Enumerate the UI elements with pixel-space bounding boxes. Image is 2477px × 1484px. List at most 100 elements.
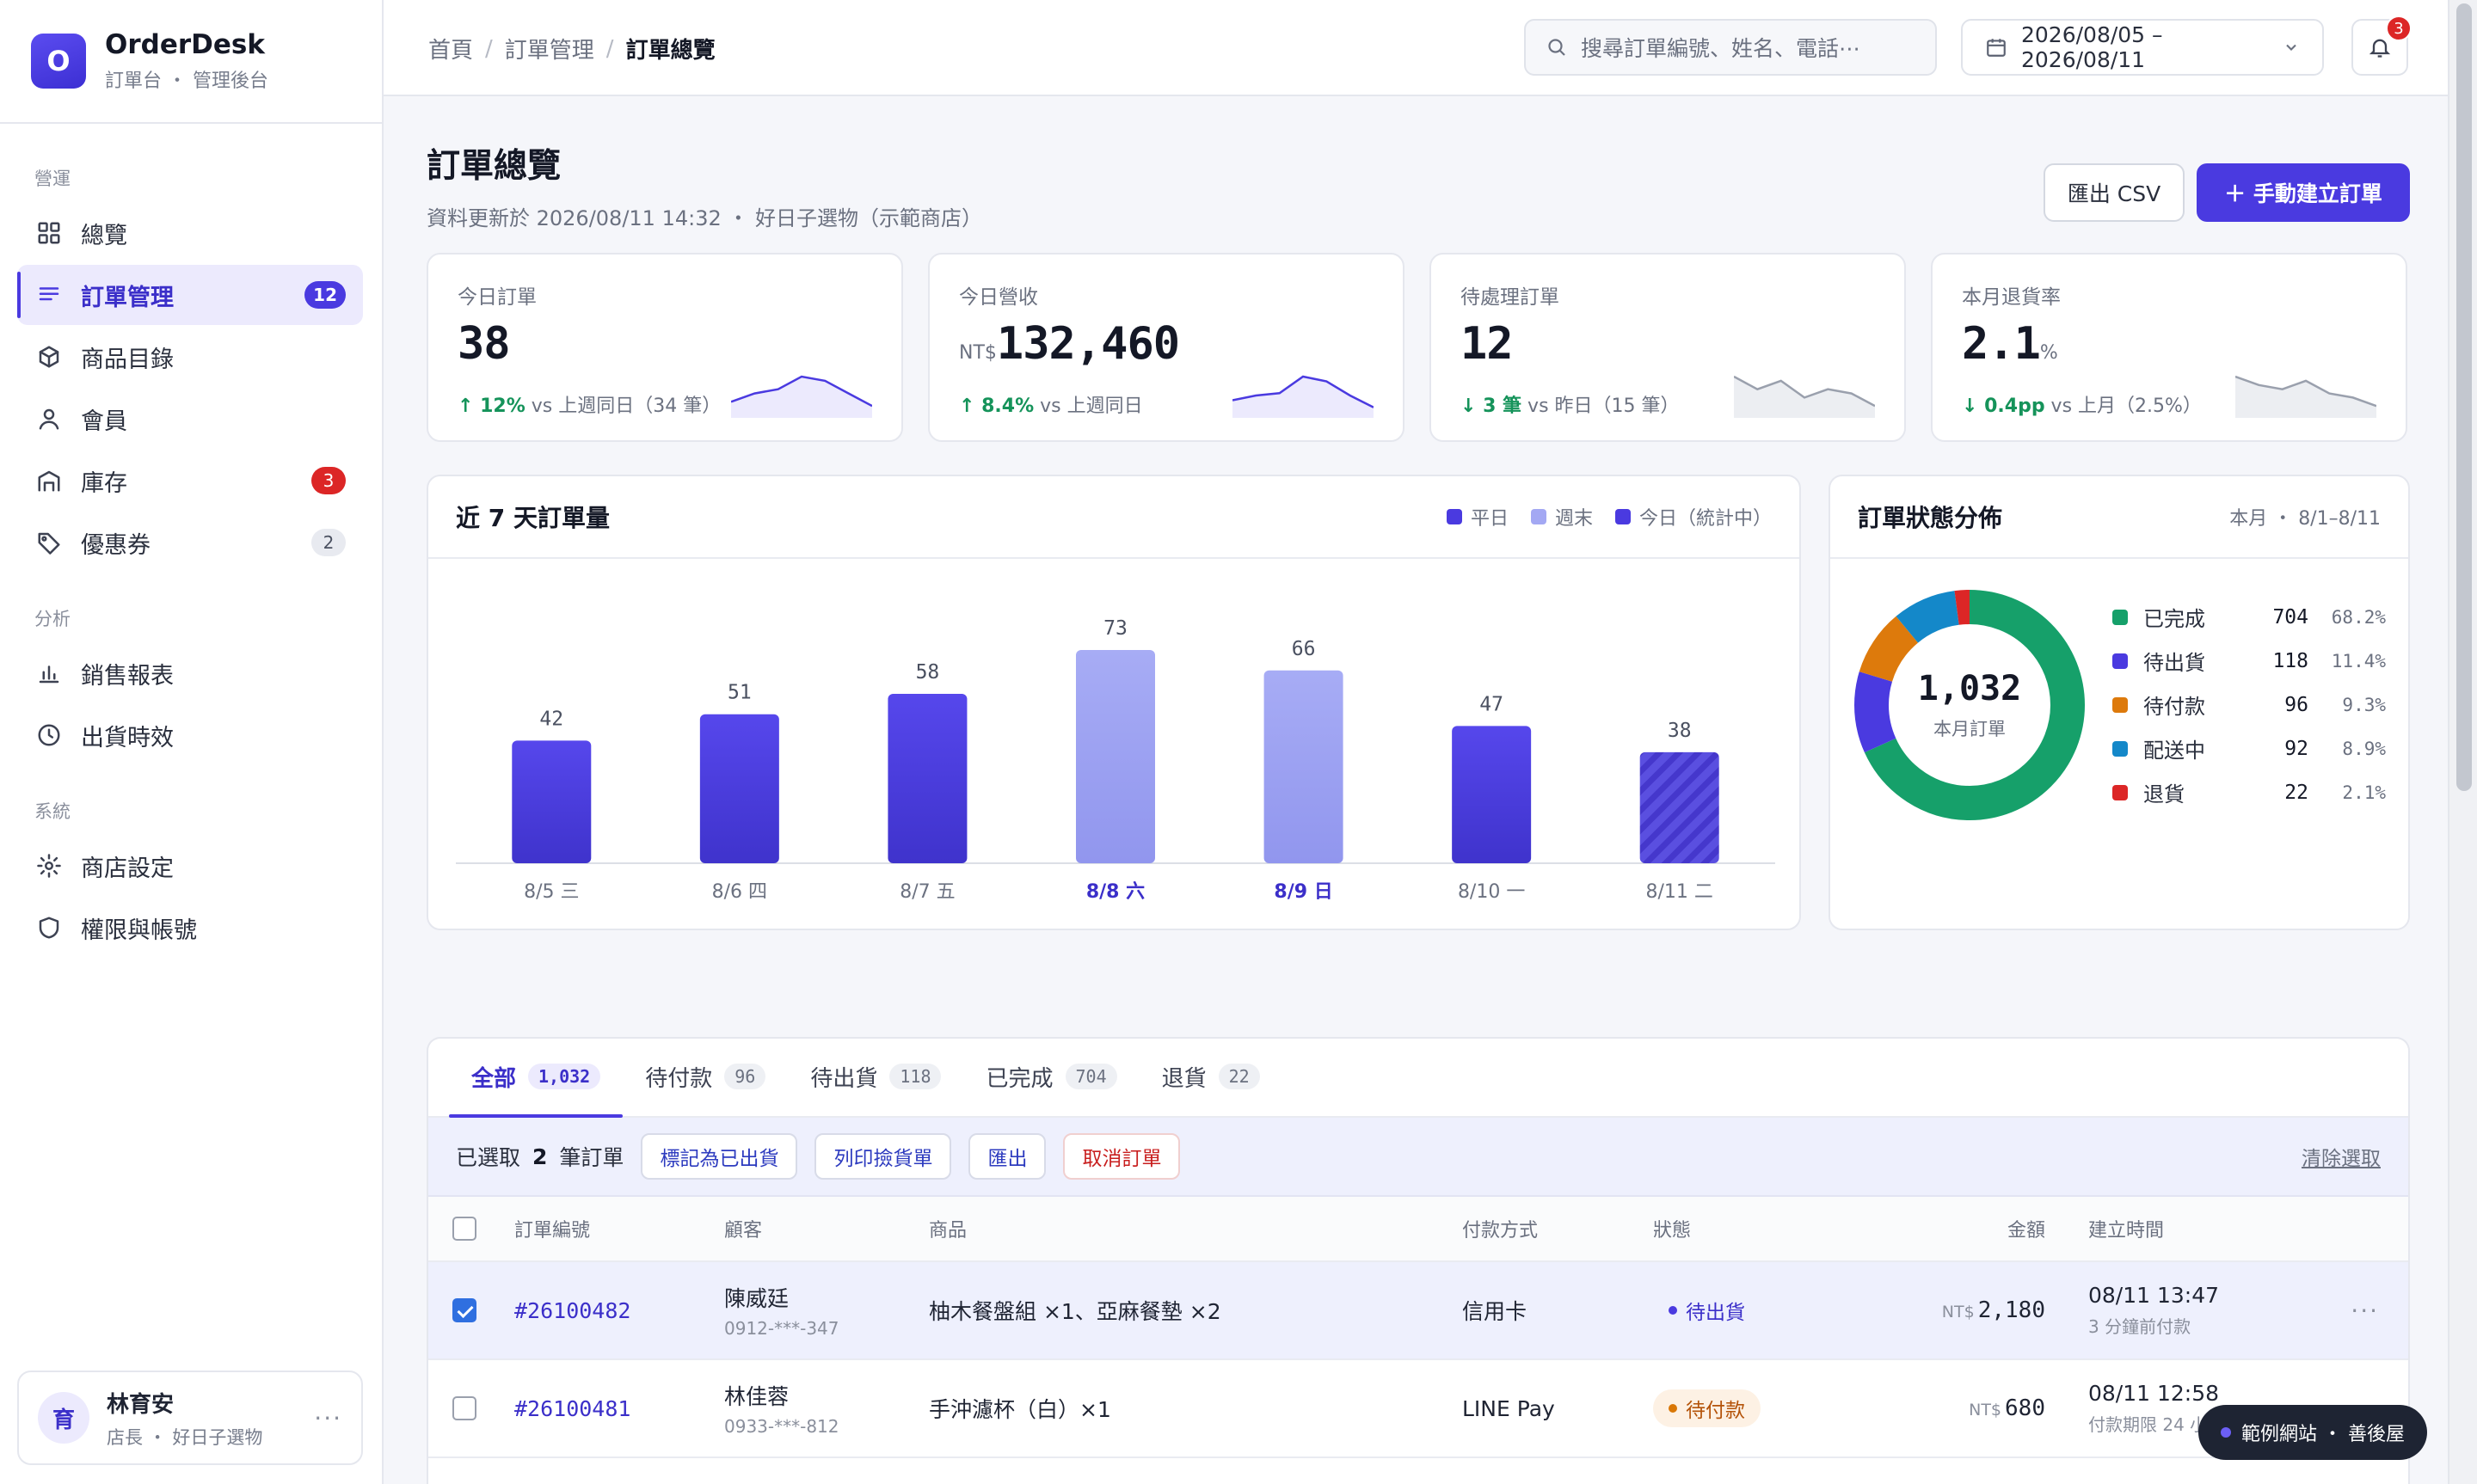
row-checkbox[interactable]	[452, 1298, 476, 1322]
col-payment[interactable]: 付款方式	[1462, 1215, 1653, 1242]
bar-8/6 四[interactable]	[699, 714, 779, 863]
status-name: 配送中	[2143, 739, 2205, 763]
bar-8/11 二[interactable]	[1639, 751, 1719, 863]
bar-chart-icon	[39, 665, 59, 684]
mark-shipped-button[interactable]: 標記為已出貨	[641, 1133, 798, 1180]
status-legend-row: 退貨 22 2.1%	[2112, 770, 2386, 814]
scrollbar-thumb[interactable]	[2456, 3, 2472, 791]
col-created[interactable]: 建立時間	[2045, 1215, 2329, 1242]
selected-prefix: 已選取	[456, 1145, 521, 1170]
breadcrumb-home[interactable]: 首頁	[428, 33, 473, 64]
kpi-value: 38	[458, 318, 511, 370]
tab-2[interactable]: 待出貨 118	[788, 1039, 963, 1116]
sidebar-item-bar-chart[interactable]: 銷售報表	[17, 643, 363, 703]
customer-name: 陳威廷	[724, 1286, 790, 1311]
kpi-delta-note: vs 上週同日	[1034, 396, 1143, 417]
legend-swatch	[1614, 509, 1631, 524]
date-range-picker[interactable]: 2026/08/05 – 2026/08/11	[1961, 19, 2324, 76]
user-card[interactable]: 育 林育安 店長 ・ 好日子選物 ···	[17, 1371, 363, 1465]
bar-8/8 六[interactable]	[1076, 650, 1155, 863]
legend-label: 平日	[1470, 508, 1509, 530]
kpi-value-wrap: 38	[458, 318, 872, 370]
brand-logo[interactable]: O	[31, 34, 86, 89]
sidebar-item-warehouse[interactable]: 庫存 3	[17, 451, 363, 511]
create-order-button[interactable]: ＋ 手動建立訂單	[2197, 163, 2410, 222]
weekly-orders-chart: 42 8/5 三 51 8/6 四 58 8/7 五 73 8/8 六 66 8/9 日 47 8/1…	[456, 617, 1775, 903]
sidebar-item-clock[interactable]: 出貨時效	[17, 705, 363, 765]
site-watermark[interactable]: 範例網站 ・ 善後屋	[2198, 1405, 2427, 1460]
sidebar-nav: 營運 總覽 訂單管理 12 商品目錄 會員 庫存 3 優惠券 2 分析 銷售報表 出貨時效 系統 商店設定權…	[0, 124, 382, 958]
notifications-button[interactable]: 3	[2351, 15, 2412, 76]
bar-value-label: 66	[1292, 638, 1316, 660]
warehouse-icon	[38, 470, 60, 492]
bar-8/5 三[interactable]	[512, 740, 592, 863]
order-id-link[interactable]: #26100482	[514, 1298, 630, 1323]
tab-3[interactable]: 已完成 704	[963, 1039, 1139, 1116]
x-tick-label: 8/10 一	[1458, 881, 1525, 903]
legend-item: 週末	[1530, 503, 1593, 530]
sidebar-item-list[interactable]: 訂單管理 12	[17, 265, 363, 325]
col-status[interactable]: 狀態	[1653, 1215, 1861, 1242]
sidebar-item-label: 總覽	[81, 222, 127, 249]
legend-label: 今日（統計中）	[1638, 508, 1772, 530]
table-row[interactable]: #26100482 陳威廷 0912-***-347 柚木餐盤組 ×1、亞麻餐墊 ×2…	[428, 1262, 2408, 1360]
kpi-label: 待處理訂單	[1460, 286, 1559, 309]
clear-selection-link[interactable]: 清除選取	[2302, 1142, 2381, 1171]
sidebar-item-label: 庫存	[81, 469, 127, 497]
row-more-button[interactable]: ···	[2351, 1297, 2379, 1325]
sidebar-item-tag[interactable]: 優惠券 2	[17, 512, 363, 573]
status-text: 待付款	[1686, 1400, 1745, 1422]
sidebar-item-shield[interactable]: 權限與帳號	[17, 898, 363, 958]
order-id-link[interactable]: #26100481	[514, 1396, 630, 1421]
bar-8/7 五[interactable]	[888, 693, 968, 863]
page-scrollbar[interactable]	[2448, 0, 2477, 1484]
col-amount[interactable]: 金額	[1861, 1215, 2045, 1242]
brand-name: OrderDesk	[105, 29, 265, 60]
status-percent: 2.1%	[2342, 782, 2386, 803]
order-items: 手沖濾杯（白）×1	[929, 1397, 1111, 1422]
table-row[interactable]: #26100481 林佳蓉 0933-***-812 手沖濾杯（白）×1 LINE Pa…	[428, 1360, 2408, 1458]
search-input[interactable]: 搜尋訂單編號、姓名、電話⋯	[1524, 19, 1937, 76]
tag-icon	[38, 532, 60, 555]
user-more-button[interactable]: ···	[314, 1404, 342, 1432]
tab-label: 待出貨	[810, 1065, 878, 1092]
bar-value-label: 38	[1668, 720, 1692, 742]
cancel-orders-button[interactable]: 取消訂單	[1063, 1133, 1181, 1180]
created-time: 08/11 12:58	[2088, 1381, 2220, 1406]
clock-icon	[38, 724, 60, 746]
x-tick-label: 8/6 四	[712, 881, 767, 903]
row-checkbox[interactable]	[452, 1396, 476, 1420]
nav-section-label: 系統	[34, 801, 71, 822]
breadcrumb-separator: /	[605, 35, 614, 62]
col-order-id[interactable]: 訂單編號	[514, 1215, 724, 1242]
tab-4[interactable]: 退貨 22	[1140, 1039, 1282, 1116]
tab-1[interactable]: 待付款 96	[623, 1039, 788, 1116]
bar-8/9 日[interactable]	[1263, 670, 1343, 863]
calendar-icon	[1987, 39, 2006, 57]
bar-8/10 一[interactable]	[1452, 726, 1532, 863]
select-all-checkbox[interactable]	[452, 1217, 476, 1241]
sidebar-item-user[interactable]: 會員	[17, 389, 363, 449]
status-percent: 8.9%	[2342, 738, 2386, 759]
breadcrumb-orders[interactable]: 訂單管理	[505, 33, 594, 64]
breadcrumb-current: 訂單總覽	[625, 38, 716, 64]
kpi-prefix: NT$	[959, 342, 997, 364]
sidebar-item-label: 商店設定	[81, 855, 174, 882]
status-count: 118	[2272, 649, 2308, 672]
kpi-value: 12	[1460, 318, 1514, 370]
sidebar-item-grid[interactable]: 總覽	[17, 203, 363, 263]
date-range-value: 2026/08/05 – 2026/08/11	[2021, 22, 2163, 72]
order-tabs: 全部 1,032 待付款 96 待出貨 118 已完成 704 退貨 22	[428, 1039, 2408, 1118]
created-time: 08/11 13:47	[2088, 1283, 2220, 1308]
tab-0[interactable]: 全部 1,032	[449, 1039, 624, 1118]
kpi-delta-note: vs 昨日（15 筆）	[1521, 396, 1680, 417]
export-csv-button[interactable]: 匯出 CSV	[2044, 163, 2185, 222]
bar-value-label: 47	[1479, 693, 1503, 715]
print-picklist-button[interactable]: 列印撿貨單	[814, 1133, 952, 1180]
sidebar-item-gear[interactable]: 商店設定	[17, 836, 363, 896]
col-customer[interactable]: 顧客	[724, 1215, 929, 1242]
brand-subtitle: 訂單台 ・ 管理後台	[105, 71, 268, 92]
sidebar-item-box[interactable]: 商品目錄	[17, 327, 363, 387]
status-dot	[1669, 1306, 1677, 1315]
bulk-export-button[interactable]: 匯出	[968, 1133, 1047, 1180]
